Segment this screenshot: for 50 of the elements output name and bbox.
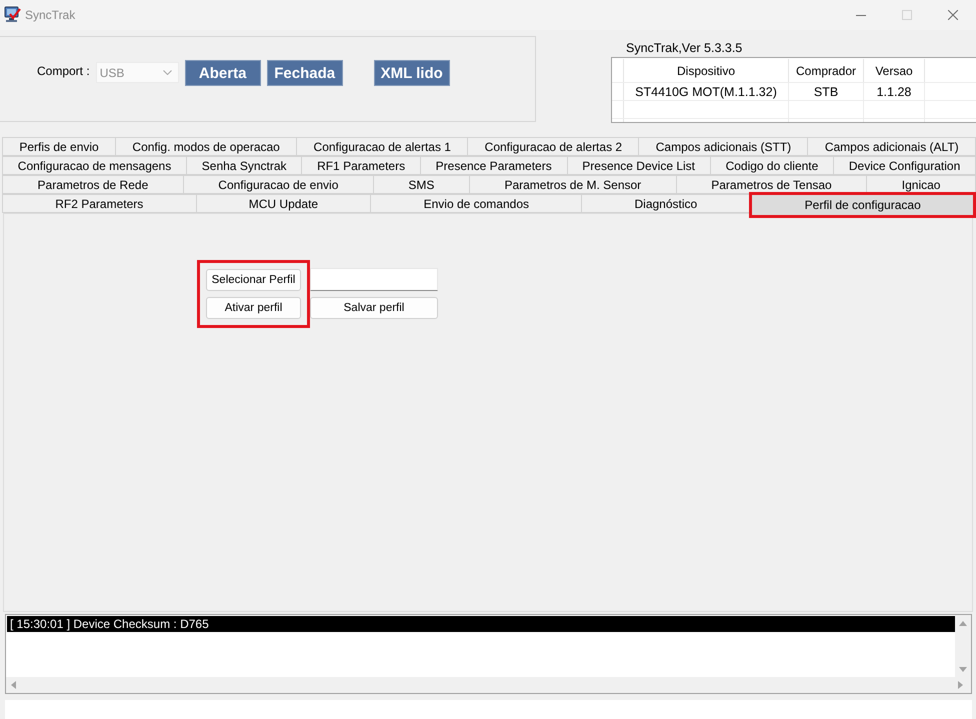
tab[interactable]: Senha Synctrak [186, 156, 302, 175]
close-port-button[interactable]: Fechada [266, 60, 343, 86]
comport-label: Comport : [37, 64, 90, 78]
column-header: Dispositivo [624, 59, 789, 82]
tab[interactable]: RF2 Parameters [2, 194, 197, 213]
right-arrow-icon [958, 681, 963, 689]
tab[interactable]: RF1 Parameters [301, 156, 421, 175]
maximize-icon [902, 10, 912, 20]
monitor-check-icon [4, 6, 21, 22]
left-arrow-icon [11, 681, 16, 689]
table-cell: STB [789, 83, 864, 100]
activate-profile-button[interactable]: Ativar perfil [206, 297, 301, 319]
tab[interactable]: Parametros de Rede [2, 175, 184, 194]
table-cell: 1.1.28 [864, 83, 925, 100]
select-profile-button[interactable]: Selecionar Perfil [206, 269, 301, 291]
tab[interactable]: Configuracao de mensagens [2, 156, 187, 175]
profile-path-field[interactable] [310, 268, 438, 291]
open-button[interactable]: Aberta [184, 60, 261, 86]
chevron-down-icon [162, 70, 172, 75]
tab[interactable]: Parametros de Tensao [676, 175, 868, 194]
column-header: Comprador [789, 59, 864, 82]
tab[interactable]: Configuracao de alertas 2 [467, 137, 640, 156]
tab[interactable]: SMS [372, 175, 470, 194]
tab[interactable]: Configuracao de envio [182, 175, 374, 194]
up-arrow-icon [959, 621, 967, 626]
tab[interactable]: MCU Update [196, 194, 372, 213]
tab[interactable]: Presence Parameters [420, 156, 568, 175]
tab[interactable]: Configuracao de alertas 1 [296, 137, 468, 156]
down-arrow-icon [959, 667, 967, 672]
tab[interactable]: Presence Device List [566, 156, 711, 175]
save-profile-button[interactable]: Salvar perfil [310, 297, 438, 319]
vertical-scrollbar[interactable] [955, 615, 971, 677]
tab[interactable]: Campos adicionais (ALT) [807, 137, 976, 156]
window-title: SyncTrak [25, 8, 76, 22]
tab[interactable]: Codigo do cliente [710, 156, 834, 175]
tab[interactable]: Config. modos de operacao [115, 137, 298, 156]
tab[interactable]: Envio de comandos [370, 194, 582, 213]
tab[interactable]: Parametros de M. Sensor [468, 175, 677, 194]
version-label: SyncTrak,Ver 5.3.3.5 [625, 41, 744, 57]
close-icon [948, 10, 958, 20]
minimize-icon [856, 14, 866, 16]
tab[interactable]: Perfil de configuracao [749, 192, 976, 218]
table-cell: ST4410G MOT(M.1.1.32) [624, 83, 789, 100]
xml-button[interactable]: XML lido [374, 60, 450, 86]
tab[interactable]: Perfis de envio [2, 137, 116, 156]
tab[interactable]: Campos adicionais (STT) [638, 137, 808, 156]
tab[interactable]: Device Configuration [833, 156, 976, 175]
column-header: Versao [864, 59, 925, 82]
horizontal-scrollbar[interactable] [6, 677, 971, 693]
tab[interactable]: Diagnóstico [581, 194, 750, 213]
